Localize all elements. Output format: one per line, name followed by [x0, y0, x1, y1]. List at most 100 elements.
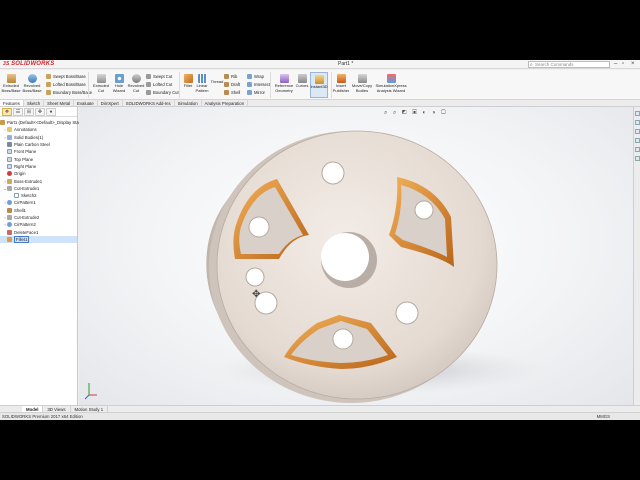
appearances-icon[interactable]: [635, 147, 640, 152]
view-palette-icon[interactable]: [635, 138, 640, 143]
extruded-boss-button[interactable]: Extruded Boss/Base: [1, 74, 21, 93]
lofted-boss-button[interactable]: Lofted Boss/Base: [46, 81, 86, 87]
status-edition: SOLIDWORKS Premium 2017 x64 Edition: [2, 414, 83, 419]
shell-icon: [7, 207, 12, 213]
tree-item-right-plane[interactable]: Right Plane: [0, 163, 77, 170]
tree-item-cirpattern1[interactable]: › CirPattern1: [0, 199, 77, 206]
command-manager-ribbon: Extruded Boss/Base Revolved Boss/Base Sw…: [0, 70, 640, 100]
curves-button[interactable]: Curves: [296, 74, 308, 89]
extrude-icon: [6, 74, 16, 83]
label: Origin: [14, 171, 26, 177]
tree-item-sketch2[interactable]: Sketch2: [0, 192, 77, 199]
tree-item-cut-extrude1[interactable]: ⌄ Cut-Extrude1: [0, 185, 77, 192]
tree-item-cirpattern2[interactable]: › CirPattern2: [0, 221, 77, 228]
resources-icon[interactable]: [635, 111, 640, 116]
revolved-cut-button[interactable]: Revolved Cut: [128, 74, 144, 93]
swept-cut-button[interactable]: Swept Cut: [146, 73, 172, 79]
draft-button[interactable]: Draft: [224, 81, 240, 87]
cut-extrude-icon: [96, 74, 106, 83]
linear-pattern-icon: [197, 74, 207, 83]
draft-icon: [224, 81, 229, 87]
reference-geometry-button[interactable]: Reference Geometry: [273, 74, 295, 93]
simulationxpress-button[interactable]: SimulationXpress Analysis Wizard: [375, 74, 407, 93]
hole-left: [245, 267, 265, 287]
tab-features[interactable]: Features: [0, 100, 24, 106]
label: Top Plane: [14, 156, 34, 162]
tree-item-material[interactable]: Plain Carbon Steel: [0, 141, 77, 148]
view-triad: [84, 383, 97, 400]
maximize-icon[interactable]: ▫: [622, 60, 624, 68]
model-tabs: Model 3D Views Motion Study 1: [0, 405, 640, 412]
rib-button[interactable]: Rib: [224, 73, 237, 79]
design-library-icon[interactable]: [635, 120, 640, 125]
tab-addins[interactable]: SOLIDWORKS Add-Ins: [123, 100, 175, 106]
thread-button[interactable]: Thread: [211, 79, 224, 85]
linear-pattern-button[interactable]: Linear Pattern: [195, 74, 209, 93]
display-manager-tab-icon[interactable]: ●: [46, 107, 56, 116]
tree-item-front-plane[interactable]: Front Plane: [0, 148, 77, 155]
tab-sheet-metal[interactable]: Sheet Metal: [44, 100, 75, 106]
extruded-cut-button[interactable]: Extruded Cut: [92, 74, 110, 93]
property-manager-tab-icon[interactable]: ☰: [13, 107, 23, 116]
solidworks-window: 3S SOLIDWORKS Part1 * ⌕ Search Commands …: [0, 60, 640, 420]
tree-item-boss-extrude1[interactable]: › Boss-Extrude1: [0, 177, 77, 184]
shell-icon: [224, 89, 229, 95]
tree-item-deleteface1[interactable]: DeleteFace1: [0, 228, 77, 235]
hole-wizard-button[interactable]: Hole Wizard: [111, 74, 127, 93]
tree-item-solid-bodies[interactable]: › Solid Bodies(1): [0, 134, 77, 141]
lofted-cut-button[interactable]: Lofted Cut: [146, 81, 172, 87]
label: Wrap: [254, 73, 264, 79]
configuration-manager-tab-icon[interactable]: ⊞: [24, 107, 34, 116]
tree-item-shell1[interactable]: Shell1: [0, 207, 77, 214]
label: Shell1: [14, 207, 26, 213]
feature-manager-tab-icon[interactable]: ❖: [2, 107, 12, 116]
label: Extruded Cut: [92, 83, 109, 93]
swept-icon: [46, 73, 51, 79]
tree-item-cut-extrude2[interactable]: › Cut-Extrude2: [0, 214, 77, 221]
file-explorer-icon[interactable]: [635, 129, 640, 134]
wrap-button[interactable]: Wrap: [247, 73, 264, 79]
tab-sketch[interactable]: Sketch: [24, 100, 45, 106]
rotate-cursor-icon: ✥: [252, 289, 260, 300]
title-bar: 3S SOLIDWORKS Part1 * ⌕ Search Commands …: [0, 60, 640, 69]
part-model[interactable]: ✥: [79, 107, 633, 405]
insert-publisher-button[interactable]: Insert Publisher: [333, 74, 349, 93]
label: CirPattern2: [14, 222, 36, 228]
mirror-icon: [247, 89, 252, 95]
swept-boss-button[interactable]: Swept Boss/Base: [46, 73, 86, 79]
swept-cut-icon: [146, 73, 151, 79]
tree-item-fillet1[interactable]: Fillet1: [0, 235, 77, 244]
status-units[interactable]: MMGS: [597, 413, 610, 420]
search-commands-input[interactable]: ⌕ Search Commands: [528, 61, 610, 68]
revolve-cut-icon: [131, 74, 141, 83]
move-copy-bodies-button[interactable]: Move/Copy Bodies: [352, 74, 372, 93]
boundary-boss-button[interactable]: Boundary Boss/Base: [46, 89, 92, 95]
tree-item-annotations[interactable]: › Annotations: [0, 126, 77, 133]
revolved-boss-button[interactable]: Revolved Boss/Base: [22, 74, 42, 93]
tree-item-origin[interactable]: Origin: [0, 170, 77, 177]
shell-button[interactable]: Shell: [224, 89, 240, 95]
tab-evaluate[interactable]: Evaluate: [74, 100, 98, 106]
dimxpert-manager-tab-icon[interactable]: ✥: [35, 107, 45, 116]
instant3d-button[interactable]: Instant3D: [310, 72, 328, 98]
graphics-viewport[interactable]: ⌕ ⌕ ◩ ▣ ◐ ◑ ▢ ✥: [79, 107, 633, 405]
label: Part1 (Default<<Default>_Display State: [7, 120, 83, 126]
fillet-button[interactable]: Fillet: [182, 74, 194, 89]
tree-item-top-plane[interactable]: Top Plane: [0, 155, 77, 162]
boundary-cut-button[interactable]: Boundary Cut: [146, 89, 179, 95]
tab-simulation[interactable]: Simulation: [175, 100, 202, 106]
reference-geometry-icon: [279, 74, 289, 83]
intersect-button[interactable]: Intersect: [247, 81, 270, 87]
solid-bodies-icon: [7, 134, 12, 140]
minimize-icon[interactable]: –: [614, 60, 617, 68]
tab-dimxpert[interactable]: DimXpert: [98, 100, 123, 106]
custom-properties-icon[interactable]: [635, 156, 640, 161]
tab-analysis-preparation[interactable]: Analysis Preparation: [202, 100, 249, 106]
mirror-button[interactable]: Mirror: [247, 89, 265, 95]
publisher-icon: [336, 74, 346, 83]
app-logo[interactable]: 3S SOLIDWORKS: [3, 61, 54, 67]
tree-root[interactable]: Part1 (Default<<Default>_Display State: [0, 119, 82, 126]
fillet-icon: [183, 74, 193, 83]
close-icon[interactable]: ×: [631, 60, 635, 68]
lofted-cut-icon: [146, 81, 151, 87]
